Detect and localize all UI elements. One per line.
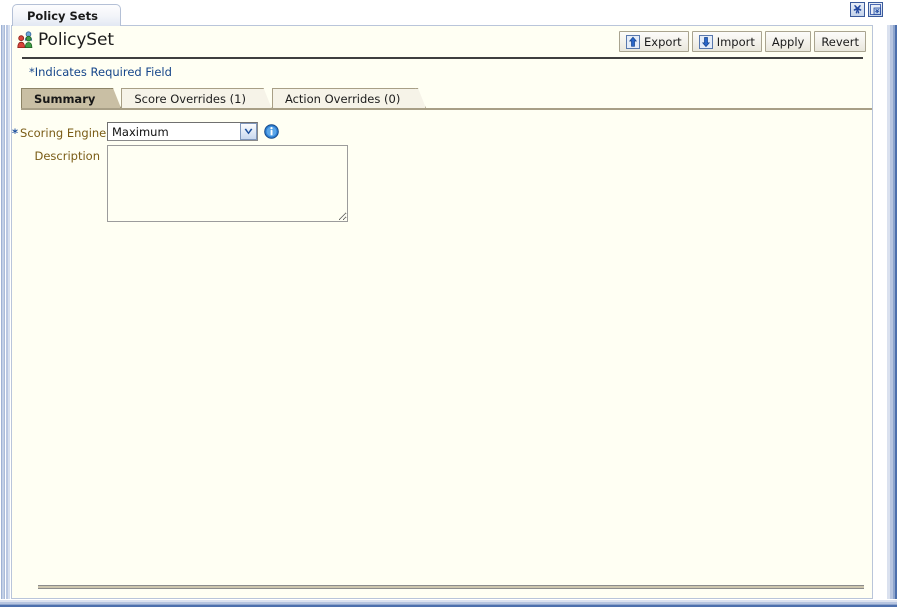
window-controls (850, 2, 883, 17)
bottom-divider (38, 585, 864, 589)
scoring-engine-row: * Scoring Engine Maximum (12, 122, 872, 141)
export-button[interactable]: Export (619, 31, 689, 52)
import-button-label: Import (716, 34, 755, 49)
tab-action-overrides[interactable]: Action Overrides (0) (271, 88, 417, 109)
info-circle-icon[interactable] (264, 124, 279, 139)
page-title: PolicySet (17, 30, 114, 50)
application-window: Policy Sets PolicySet Export Import Appl… (0, 0, 897, 607)
window-frame-bottom-edge (0, 599, 897, 607)
page-title-text: PolicySet (38, 30, 114, 50)
scoring-engine-value: Maximum (112, 124, 169, 139)
description-input[interactable] (107, 145, 348, 222)
document-tab-policy-sets[interactable]: Policy Sets (12, 4, 121, 26)
tab-summary[interactable]: Summary (21, 88, 112, 109)
main-content-panel: PolicySet Export Import Apply Revert *In… (11, 25, 873, 599)
revert-button[interactable]: Revert (814, 31, 866, 52)
close-icon[interactable] (850, 2, 865, 17)
tab-summary-label: Summary (34, 92, 96, 106)
tab-action-overrides-label: Action Overrides (0) (284, 92, 401, 106)
scoring-engine-select[interactable]: Maximum (107, 122, 258, 141)
document-tab-label: Policy Sets (27, 8, 98, 23)
import-button[interactable]: Import (691, 31, 762, 52)
window-frame-right-edge (885, 0, 897, 607)
window-titlebar: Policy Sets (0, 0, 897, 26)
revert-button-label: Revert (821, 34, 859, 49)
tab-bar-rail (21, 108, 872, 110)
tab-bar: Summary Score Overrides (1) Action Overr… (21, 87, 872, 109)
scoring-engine-label-text: Scoring Engine (20, 126, 107, 140)
panel-header: PolicySet Export Import Apply Revert (12, 26, 872, 56)
description-row: Description (12, 145, 872, 222)
apply-button-label: Apply (771, 34, 805, 49)
chevron-down-icon[interactable] (240, 123, 257, 140)
required-asterisk: * (12, 126, 19, 140)
window-frame-left-edge (0, 0, 11, 607)
scoring-engine-control: Maximum (107, 122, 279, 141)
tab-score-overrides-label: Score Overrides (1) (134, 92, 246, 106)
summary-form: * Scoring Engine Maximum Description (12, 122, 872, 226)
apply-button[interactable]: Apply (764, 31, 812, 52)
policyset-users-icon (17, 31, 33, 48)
tab-score-overrides[interactable]: Score Overrides (1) (121, 88, 262, 109)
restore-icon[interactable] (868, 2, 883, 17)
import-down-arrow-icon (698, 34, 713, 49)
required-field-note: *Indicates Required Field (29, 65, 172, 79)
scoring-engine-label: * Scoring Engine (12, 122, 107, 140)
title-divider (22, 57, 863, 59)
description-control (107, 145, 348, 222)
export-button-label: Export (644, 34, 682, 49)
description-label: Description (34, 149, 101, 163)
toolbar: Export Import Apply Revert (619, 31, 866, 52)
export-up-arrow-icon (626, 34, 641, 49)
